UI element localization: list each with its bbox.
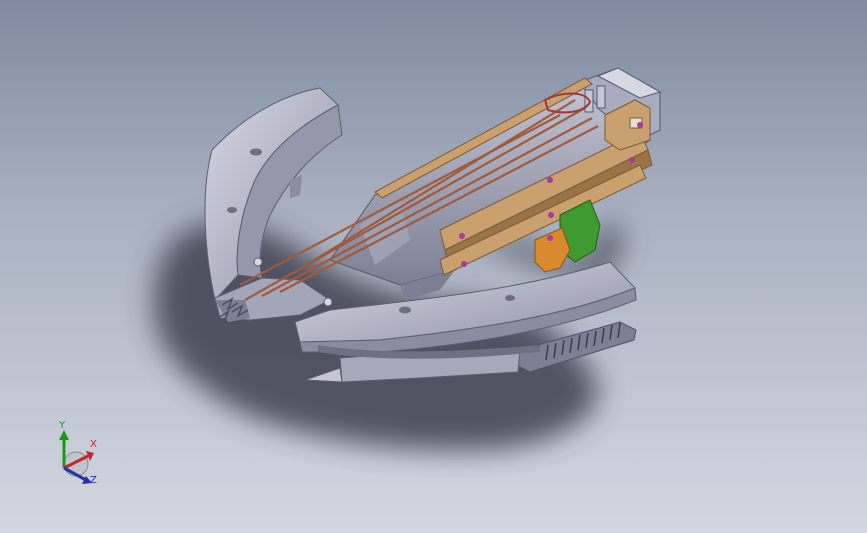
crossbow-3d-model[interactable] bbox=[0, 0, 867, 533]
z-axis-label: Z bbox=[90, 475, 97, 486]
x-axis-label: X bbox=[90, 439, 97, 450]
coordinate-triad: Y X Z bbox=[50, 418, 110, 490]
y-axis-label: Y bbox=[59, 420, 66, 431]
graphics-viewport[interactable]: Y X Z bbox=[0, 0, 867, 533]
